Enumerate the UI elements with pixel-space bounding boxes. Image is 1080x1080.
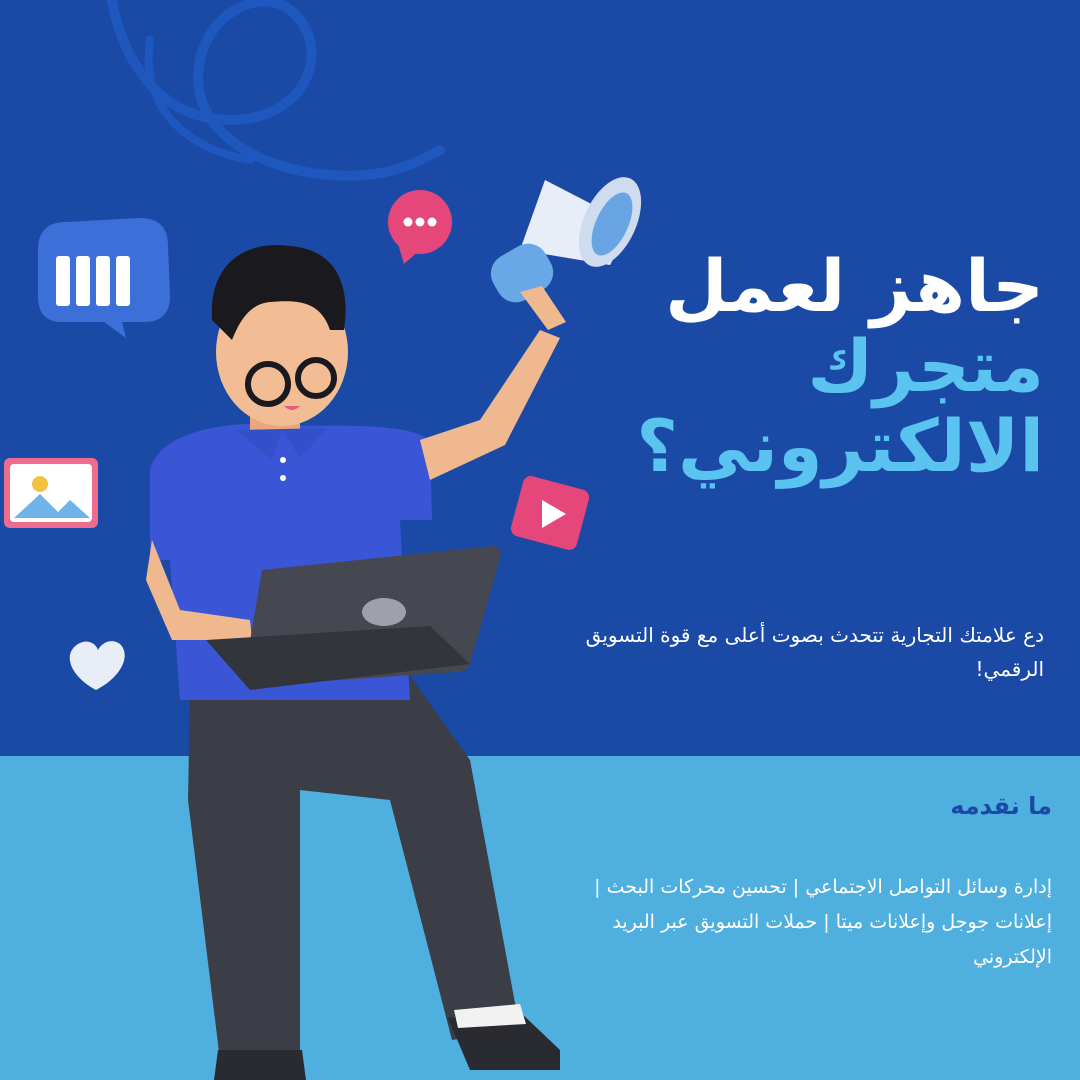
megaphone-icon — [490, 177, 642, 330]
services-description: إدارة وسائل التواصل الاجتماعي | تحسين مح… — [594, 876, 1052, 968]
heart-icon — [69, 641, 125, 690]
tagline: دع علامتك التجارية تتحدث بصوت أعلى مع قو… — [585, 623, 1044, 681]
swirl-decoration — [106, 0, 445, 181]
speech-bubble-dots-icon — [388, 190, 452, 264]
headline: جاهز لعمل متجرك الالكتروني؟ — [636, 246, 1044, 486]
play-button-icon — [510, 476, 590, 550]
headline-line-3: الالكتروني؟ — [636, 404, 1044, 488]
image-card-icon — [4, 458, 98, 528]
chat-bubble-bars-icon — [38, 218, 170, 338]
headline-line-2: متجرك — [807, 324, 1044, 408]
services-title: ما نقدمه — [950, 792, 1052, 820]
headline-line-1: جاهز لعمل — [665, 244, 1044, 328]
